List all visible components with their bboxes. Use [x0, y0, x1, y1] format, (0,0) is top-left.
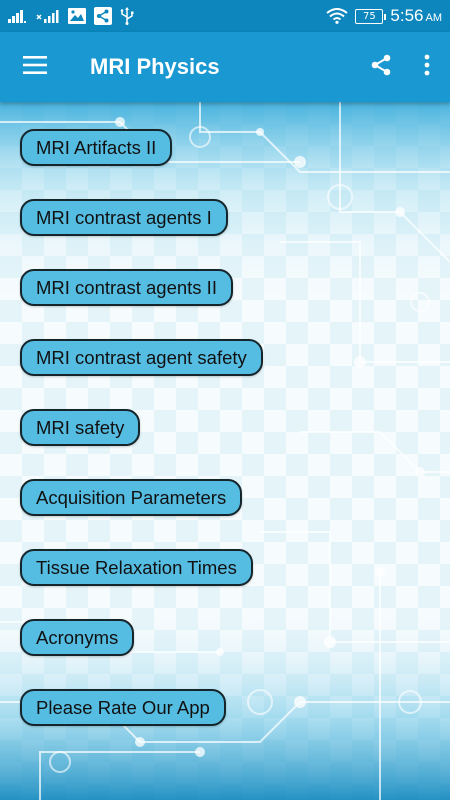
menu-button-acronyms[interactable]: Acronyms [20, 619, 135, 656]
usb-icon [120, 6, 134, 26]
menu-button-acquisition-parameters[interactable]: Acquisition Parameters [20, 479, 243, 516]
more-vert-icon [424, 54, 430, 80]
share-notification-icon [94, 6, 112, 26]
menu-button-mri-contrast-agents-ii[interactable]: MRI contrast agents II [20, 269, 233, 306]
status-clock: 5:56 AM [390, 6, 442, 26]
page-title: MRI Physics [90, 54, 220, 79]
status-bar: 75 5:56 AM [0, 0, 450, 32]
menu-button-mri-safety[interactable]: MRI safety [20, 409, 141, 446]
main-content: MRI Artifacts II MRI contrast agents I M… [0, 102, 450, 800]
menu-button-mri-contrast-agents-i[interactable]: MRI contrast agents I [20, 199, 228, 236]
battery-icon: 75 [355, 8, 387, 24]
menu-button-tissue-relaxation-times[interactable]: Tissue Relaxation Times [20, 549, 253, 586]
hamburger-menu-button[interactable] [0, 32, 70, 102]
menu-list: MRI Artifacts II MRI contrast agents I M… [0, 102, 450, 800]
app-bar: MRI Physics [0, 32, 450, 102]
clock-time: 5:56 [390, 6, 424, 25]
overflow-menu-button[interactable] [404, 32, 450, 102]
status-right: 75 5:56 AM [326, 6, 442, 26]
wifi-icon [326, 6, 349, 26]
status-left [8, 6, 134, 26]
hamburger-menu-icon [23, 56, 47, 78]
menu-button-rate-app[interactable]: Please Rate Our App [20, 689, 226, 726]
image-icon [68, 6, 86, 26]
share-icon [369, 53, 393, 81]
menu-button-mri-contrast-agent-safety[interactable]: MRI contrast agent safety [20, 339, 263, 376]
app-bar-actions [358, 32, 450, 102]
signal-bars-icon [8, 6, 28, 26]
share-button[interactable] [358, 32, 404, 102]
signal-no-sim-icon [36, 6, 60, 26]
clock-ampm: AM [425, 12, 443, 24]
menu-button-mri-artifacts-ii[interactable]: MRI Artifacts II [20, 129, 173, 166]
